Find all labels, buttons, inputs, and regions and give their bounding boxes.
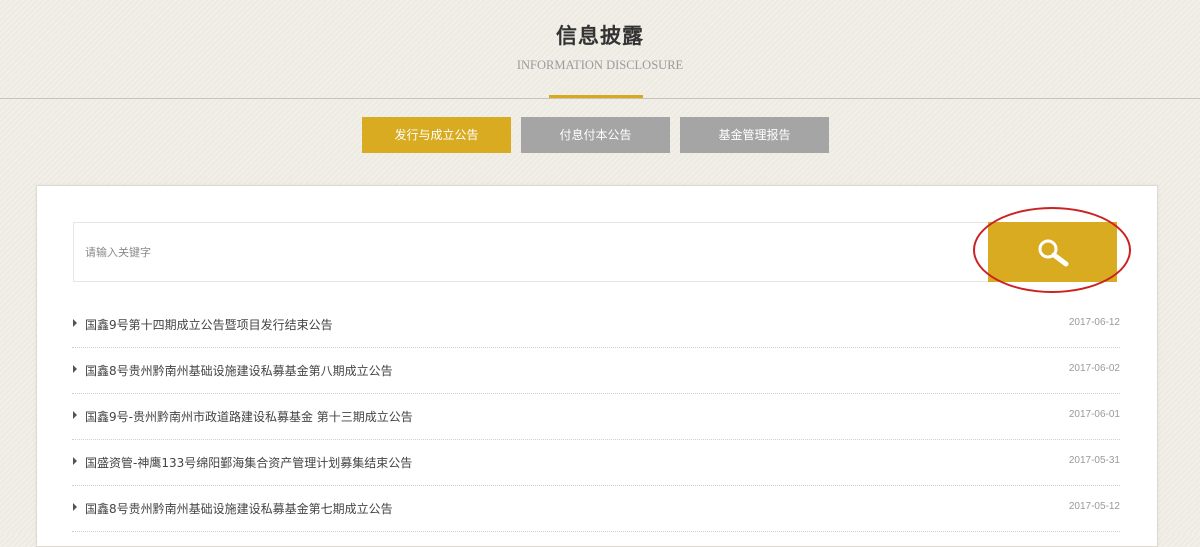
- notice-title[interactable]: 国鑫8号贵州黔南州基础设施建设私募基金第七期成立公告: [85, 500, 393, 517]
- tab-interest-principal-payments[interactable]: 付息付本公告: [521, 117, 670, 153]
- notice-row[interactable]: 国鑫9号第十四期成立公告暨项目发行结束公告 2017-06-12: [72, 302, 1120, 348]
- tab-issuance-announcements[interactable]: 发行与成立公告: [362, 117, 511, 153]
- bullet-arrow-icon: [73, 411, 77, 419]
- tab-fund-management-reports[interactable]: 基金管理报告: [680, 117, 829, 153]
- notice-date: 2017-05-31: [1068, 455, 1120, 466]
- bullet-arrow-icon: [73, 319, 77, 327]
- notice-title[interactable]: 国鑫8号贵州黔南州基础设施建设私募基金第八期成立公告: [85, 362, 393, 379]
- search-button[interactable]: [988, 222, 1117, 282]
- notice-row[interactable]: 国盛资管-神鹰133号绵阳鄞海集合资产管理计划募集结束公告 2017-05-31: [72, 440, 1120, 486]
- notice-date: 2017-06-02: [1068, 363, 1120, 374]
- notice-date: 2017-06-01: [1068, 409, 1120, 420]
- page-title: 信息披露: [556, 24, 644, 48]
- notice-date: 2017-06-12: [1068, 317, 1120, 328]
- title-underline: [549, 95, 643, 98]
- notice-row[interactable]: 国鑫9号-贵州黔南州市政道路建设私募基金 第十三期成立公告 2017-06-01: [72, 394, 1120, 440]
- notice-title[interactable]: 国鑫9号-贵州黔南州市政道路建设私募基金 第十三期成立公告: [85, 408, 413, 425]
- page-header: 信息披露 INFORMATION DISCLOSURE: [0, 0, 1200, 99]
- bullet-arrow-icon: [73, 365, 77, 373]
- bullet-arrow-icon: [73, 503, 77, 511]
- notice-row[interactable]: 国鑫8号贵州黔南州基础设施建设私募基金第八期成立公告 2017-06-02: [72, 348, 1120, 394]
- notice-row[interactable]: 国鑫8号贵州黔南州基础设施建设私募基金第七期成立公告 2017-05-12: [72, 486, 1120, 532]
- notice-date: 2017-05-12: [1068, 501, 1120, 512]
- notice-title[interactable]: 国鑫9号第十四期成立公告暨项目发行结束公告: [85, 316, 333, 333]
- search-input[interactable]: [73, 222, 988, 282]
- bullet-arrow-icon: [73, 457, 77, 465]
- page-subtitle: INFORMATION DISCLOSURE: [516, 58, 684, 72]
- search-icon: [1038, 239, 1069, 267]
- notice-title[interactable]: 国盛资管-神鹰133号绵阳鄞海集合资产管理计划募集结束公告: [85, 454, 412, 471]
